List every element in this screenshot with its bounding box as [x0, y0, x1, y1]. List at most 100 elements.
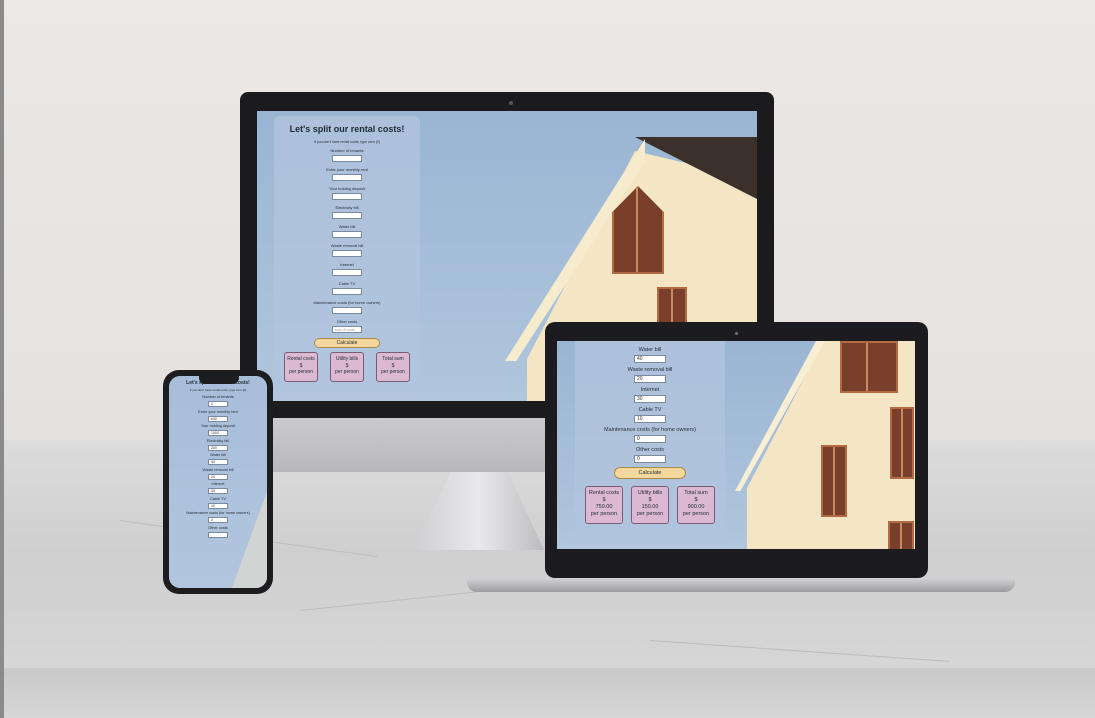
field-label: Cable TV — [638, 407, 662, 413]
form-field: Maintenance costs (for home owners) — [274, 300, 420, 314]
field-input[interactable] — [332, 174, 362, 181]
table-edge — [0, 668, 1095, 718]
house-window — [821, 445, 847, 517]
left-border — [0, 0, 4, 718]
form-field: Internet — [274, 262, 420, 276]
result-card: Rental costs $750.00 per person — [585, 486, 623, 524]
field-input[interactable] — [332, 231, 362, 238]
form-field: Enter your monthly rent — [274, 167, 420, 181]
field-input[interactable] — [332, 250, 362, 257]
result-cards: Rental costs $750.00 per person Utility bil… — [575, 486, 725, 524]
card-currency: $ — [648, 497, 652, 503]
field-input[interactable] — [208, 531, 228, 538]
form-field: Electricity bill — [274, 205, 420, 219]
form-field: Water bill 40 — [575, 347, 725, 363]
phone-screen: Let's split our rental costs! If you don… — [169, 376, 267, 588]
calculate-button[interactable]: Calculate — [614, 467, 686, 479]
field-label: Electricity bill — [207, 438, 229, 443]
card-amount: 900.00 — [687, 504, 705, 510]
field-input[interactable]: 0 — [208, 517, 228, 523]
field-input[interactable]: 600 — [208, 415, 228, 422]
form-field: Number of tenants — [274, 148, 420, 162]
card-amount: 150.00 — [641, 504, 659, 510]
calculator-panel: Let's split our rental costs! If you don… — [169, 376, 267, 588]
field-label: Your holding deposit — [328, 186, 366, 191]
laptop-base — [467, 578, 1015, 592]
house-window — [657, 287, 687, 327]
field-label: Water bill — [338, 224, 356, 229]
field-label: Cable TV — [338, 281, 356, 286]
result-card: Rental costs $ per person — [284, 352, 318, 382]
field-label: Water bill — [210, 453, 226, 457]
field-input[interactable]: 20 — [634, 375, 666, 383]
form-field: Cable TV — [274, 281, 420, 295]
field-input[interactable]: sum of costs — [332, 326, 362, 333]
house-window — [890, 407, 914, 479]
form-field: Number of tenants 2 — [169, 395, 267, 407]
form-field: Your holding deposit 1000 — [169, 424, 267, 436]
card-currency: $ — [694, 497, 698, 503]
field-label: Internet — [640, 387, 660, 393]
instruction-note: If you don't have rental costs, type zer… — [189, 388, 247, 392]
laptop-camera — [735, 332, 738, 335]
form-field: Waste removal bill 20 — [169, 468, 267, 480]
form-field: Waste removal bill — [274, 243, 420, 257]
result-card: Utility bills $150.00 per person — [631, 486, 669, 524]
field-label: Cable TV — [210, 496, 226, 501]
card-currency: $ — [602, 497, 606, 503]
field-label: Electricity bill — [335, 205, 359, 210]
field-input[interactable]: 40 — [634, 355, 666, 363]
field-label: Number of tenants — [202, 395, 234, 399]
calculate-button[interactable]: Calculate — [314, 338, 380, 348]
form-fields: Number of tenants Enter your monthly rent… — [274, 148, 420, 333]
field-input[interactable]: 30 — [208, 488, 228, 494]
field-label: Waste removal bill — [330, 243, 364, 248]
field-label: Water bill — [638, 347, 662, 353]
card-unit: per person — [289, 369, 313, 375]
house-window — [840, 341, 898, 393]
card-unit: per person — [636, 511, 664, 517]
field-input[interactable]: 20 — [208, 473, 228, 480]
card-title: Rental costs — [287, 356, 315, 362]
form-field: Internet 30 — [575, 387, 725, 403]
calculator-panel: Let's split our rental costs! If you don… — [274, 116, 420, 401]
form-field: Water bill 40 — [169, 453, 267, 465]
field-label: Maintenance costs (for home owners) — [603, 427, 696, 433]
field-input[interactable] — [332, 155, 362, 162]
field-input[interactable]: 10 — [208, 502, 228, 509]
field-label: Internet — [340, 262, 354, 267]
field-label: Enter your monthly rent — [198, 409, 238, 414]
house-window — [888, 521, 914, 549]
field-input[interactable] — [332, 269, 362, 276]
field-input[interactable]: 2 — [208, 401, 228, 407]
field-input[interactable]: 10 — [634, 415, 666, 423]
field-input[interactable] — [332, 307, 362, 314]
card-unit: per person — [381, 369, 405, 375]
form-fields: Number of tenants 2 Enter your monthly ren… — [169, 395, 267, 538]
page-title: Let's split our rental costs! — [289, 124, 405, 134]
form-field: Enter your monthly rent 600 — [169, 410, 267, 422]
card-title: Utility bills — [637, 490, 663, 496]
form-field: Cable TV 10 — [575, 407, 725, 423]
field-input[interactable]: 1000 — [208, 430, 228, 436]
field-label: Maintenance costs (for home owners) — [313, 300, 381, 305]
card-title: Total sum — [684, 490, 708, 496]
result-card: Utility bills $ per person — [330, 352, 364, 382]
result-cards: Rental costs $ per person Utility bills $ per… — [274, 352, 420, 382]
card-amount: 750.00 — [595, 504, 613, 510]
field-input[interactable] — [332, 288, 362, 295]
field-input[interactable]: 30 — [634, 395, 666, 403]
result-card: Total sum $900.00 per person — [677, 486, 715, 524]
field-input[interactable] — [332, 212, 362, 219]
field-input[interactable]: 200 — [208, 444, 228, 451]
form-field: Waste removal bill 20 — [575, 367, 725, 383]
field-label: Internet — [211, 482, 225, 486]
field-input[interactable]: 40 — [208, 459, 228, 465]
field-label: Other costs — [635, 447, 665, 453]
field-input[interactable]: 0 — [634, 435, 666, 443]
field-input[interactable]: 0 — [634, 455, 666, 463]
field-input[interactable] — [332, 193, 362, 200]
form-field: Electricity bill 200 — [169, 439, 267, 451]
field-label: Maintenance costs (for home owners) — [186, 511, 250, 515]
card-title: Rental costs — [588, 490, 620, 496]
